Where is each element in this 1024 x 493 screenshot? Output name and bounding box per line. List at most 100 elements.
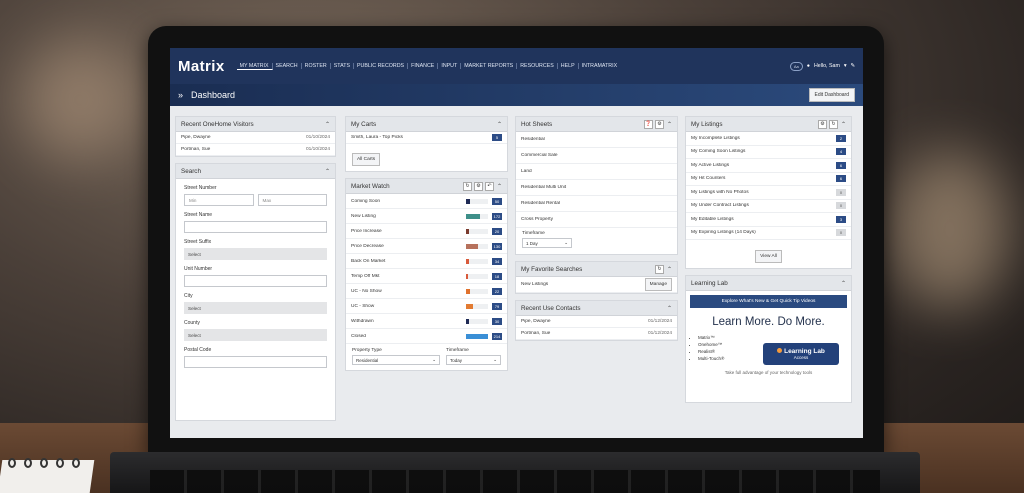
nav-my-matrix[interactable]: MY MATRIX <box>236 62 273 70</box>
gear-icon[interactable]: ⚙ <box>654 119 664 129</box>
listing-row[interactable]: My Under Contract Listings 0 <box>686 200 851 213</box>
info-icon[interactable]: ❓ <box>643 119 653 129</box>
collapse-icon[interactable]: ⌃ <box>497 121 502 128</box>
list-item[interactable]: Pipe, Dwayne 01/10/2024 <box>176 132 335 144</box>
street-suffix-label: Street Suffix <box>184 239 212 245</box>
market-watch-row[interactable]: Price Increase 20 <box>346 224 507 239</box>
panel-header: Hot Sheets ❓ ⚙ ⌃ <box>516 117 677 132</box>
font-size-toggle[interactable]: Aa <box>789 61 803 71</box>
matrix-logo[interactable]: Matrix <box>178 58 225 75</box>
hot-sheet-label: Residential Multi Unit <box>521 185 567 190</box>
listing-row[interactable]: My Active Listings 6 <box>686 159 851 173</box>
list-item[interactable]: Residential <box>516 132 677 148</box>
market-watch-row[interactable]: Temp Off Mkt 18 <box>346 269 507 284</box>
city-select[interactable]: Select <box>184 302 327 314</box>
panel-title: My Favorite Searches <box>521 265 583 273</box>
street-suffix-select[interactable]: Select <box>184 248 327 260</box>
listing-row[interactable]: My Editable Listings 3 <box>686 213 851 227</box>
nav-public-records[interactable]: PUBLIC RECORDS <box>354 63 409 69</box>
list-item[interactable]: Portman, Sue 01/10/2024 <box>176 144 335 156</box>
list-item[interactable]: New Listings Manage <box>516 277 677 293</box>
background-blur <box>890 150 1010 310</box>
market-watch-row[interactable]: Price Decrease 130 <box>346 239 507 254</box>
list-item[interactable]: Residential Rental <box>516 196 677 212</box>
list-item[interactable]: Smith, Laura - Top Picks 5 <box>346 132 507 144</box>
list-item[interactable]: Cross Property <box>516 212 677 228</box>
street-number-max-input[interactable]: Max <box>257 194 327 206</box>
street-number-min-input[interactable]: Min <box>184 194 254 206</box>
gear-icon[interactable]: ⚙ <box>473 181 483 191</box>
collapse-icon[interactable]: ⌃ <box>325 168 330 175</box>
edit-dashboard-button[interactable]: Edit Dashboard <box>808 88 855 102</box>
timeframe-dropdown[interactable]: Today ⌄ <box>446 355 501 365</box>
onehome-visitors-panel: Recent OneHome Visitors ⌃ Pipe, Dwayne 01/… <box>175 116 336 157</box>
market-watch-row[interactable]: Withdrawn 30 <box>346 314 507 329</box>
listing-row[interactable]: My Hit Counters 6 <box>686 173 851 186</box>
market-watch-count: 22 <box>492 287 502 295</box>
chevron-down-icon[interactable]: ▾ <box>844 63 847 69</box>
market-watch-bar <box>466 303 488 309</box>
market-watch-row[interactable]: New Listing 172 <box>346 209 507 224</box>
market-watch-label: Price Decrease <box>351 243 384 249</box>
nav-roster[interactable]: ROSTER <box>302 63 331 69</box>
market-watch-row[interactable]: UC - No Show 22 <box>346 284 507 299</box>
collapse-icon[interactable]: ⌃ <box>841 280 846 287</box>
nav-market-reports[interactable]: MARKET REPORTS <box>461 63 518 69</box>
refresh-icon[interactable]: ↻ <box>828 119 838 129</box>
nav-finance[interactable]: FINANCE <box>408 63 439 69</box>
refresh-icon[interactable]: ↻ <box>654 264 664 274</box>
list-item[interactable]: Land <box>516 164 677 180</box>
listing-count: 6 <box>836 175 846 183</box>
collapse-icon[interactable]: ⌃ <box>667 266 672 273</box>
refresh-icon[interactable]: ↻ <box>462 181 472 191</box>
listing-row[interactable]: My Listings with No Photos 0 <box>686 186 851 200</box>
listing-label: My Under Contract Listings <box>691 203 749 209</box>
view-all-button[interactable]: View All <box>755 250 782 263</box>
list-item[interactable]: Pipe, Dwayne 01/12/2024 <box>516 316 677 328</box>
learning-lab-banner[interactable]: Explore What's New & Get Quick Tip Video… <box>690 295 847 308</box>
nav-resources[interactable]: RESOURCES <box>517 63 558 69</box>
collapse-icon[interactable]: ⌃ <box>497 183 502 190</box>
nav-search[interactable]: SEARCH <box>273 63 302 69</box>
listing-row[interactable]: My Expiring Listings (14 Days) 0 <box>686 227 851 240</box>
collapse-icon[interactable]: ⌃ <box>841 121 846 128</box>
pencil-icon[interactable]: ✎ <box>851 63 855 69</box>
nav-intramatrix[interactable]: INTRAMATRIX <box>579 63 621 69</box>
list-item[interactable]: Portman, Sue 01/12/2024 <box>516 328 677 340</box>
unit-number-input[interactable] <box>184 275 327 287</box>
market-watch-row[interactable]: Back On Market 34 <box>346 254 507 269</box>
timeframe-label: Timeframe <box>446 348 469 353</box>
list-item[interactable]: Residential Multi Unit <box>516 180 677 196</box>
nav-input[interactable]: INPUT <box>438 63 462 69</box>
hot-sheet-label: Commercial Sale <box>521 153 558 158</box>
learning-lab-access-button[interactable]: Learning Lab Access <box>763 343 839 365</box>
postal-code-input[interactable] <box>184 356 327 368</box>
double-chevron-icon[interactable]: » <box>178 90 183 100</box>
timeframe-label: Timeframe <box>522 231 545 236</box>
nav-help[interactable]: HELP <box>558 63 579 69</box>
page-title: Dashboard <box>191 90 236 100</box>
nav-stats[interactable]: STATS <box>331 63 354 69</box>
market-watch-row[interactable]: Coming Soon 50 <box>346 194 507 209</box>
listing-row[interactable]: My Incomplete Listings 2 <box>686 132 851 146</box>
manage-button[interactable]: Manage <box>644 278 672 291</box>
hot-sheets-timeframe-dropdown[interactable]: 1 Day ⌄ <box>522 238 572 248</box>
all-carts-button[interactable]: All Carts <box>352 153 381 166</box>
market-watch-count: 79 <box>492 302 502 310</box>
property-type-dropdown[interactable]: Residential ⌄ <box>352 355 440 365</box>
market-watch-row[interactable]: Closed 214 <box>346 329 507 344</box>
market-watch-row[interactable]: UC - Show 79 <box>346 299 507 314</box>
market-watch-bar-fill <box>466 198 471 204</box>
collapse-icon[interactable]: ⌃ <box>325 121 330 128</box>
collapse-icon[interactable]: ⌃ <box>667 305 672 312</box>
panel-title: Market Watch <box>351 182 390 190</box>
street-name-input[interactable] <box>184 221 327 233</box>
postal-code-label: Postal Code <box>184 347 212 353</box>
county-select[interactable]: Select <box>184 329 327 341</box>
list-item[interactable]: Commercial Sale <box>516 148 677 164</box>
user-greeting[interactable]: Hello, Sam <box>814 63 840 69</box>
undo-icon[interactable]: ↶ <box>484 181 494 191</box>
listing-row[interactable]: My Coming Soon Listings 4 <box>686 146 851 159</box>
gear-icon[interactable]: ⚙ <box>817 119 827 129</box>
collapse-icon[interactable]: ⌃ <box>667 121 672 128</box>
